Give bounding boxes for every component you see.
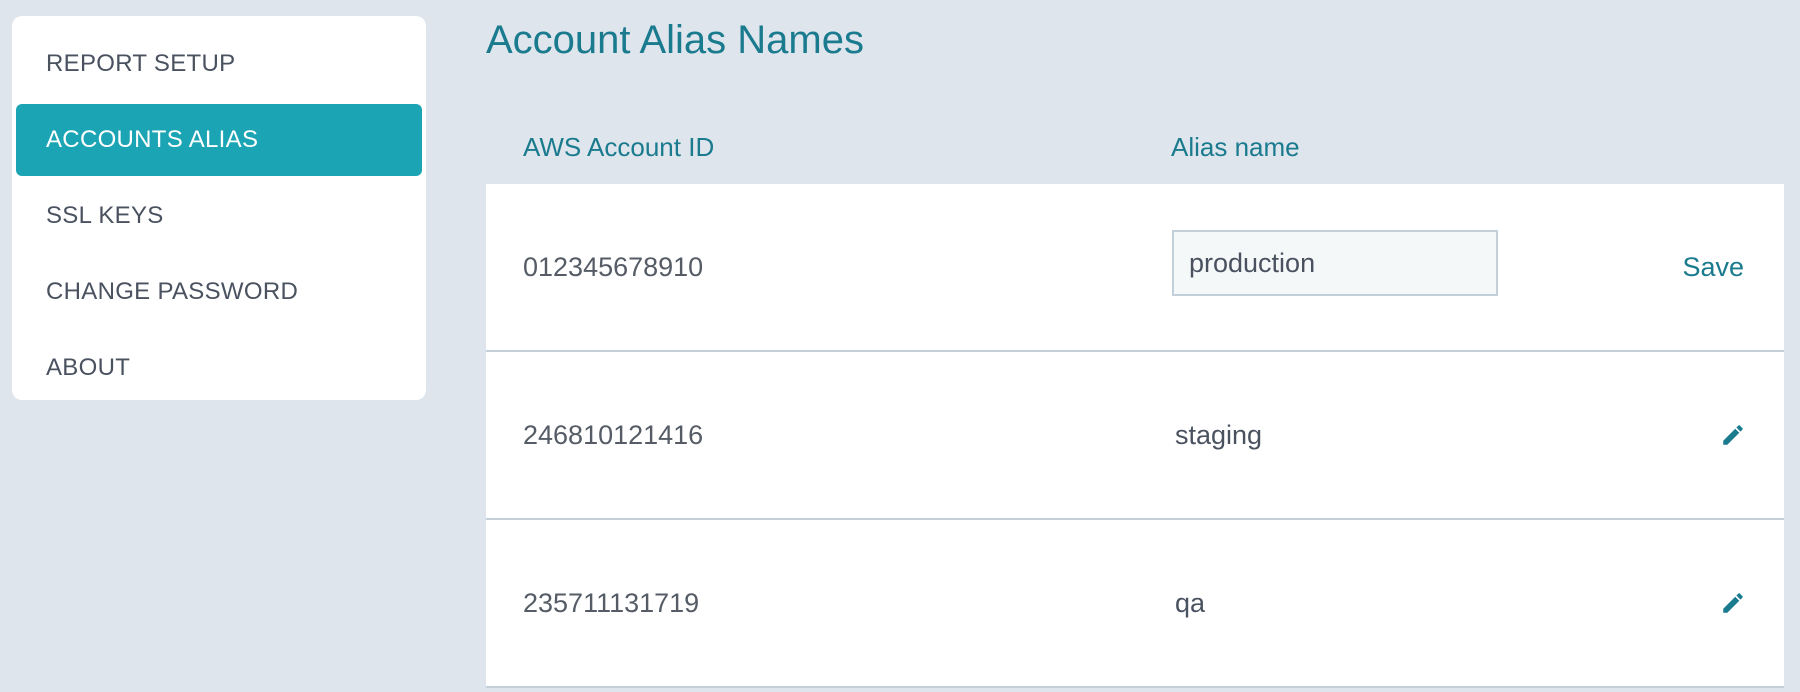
sidebar-item-ssl-keys[interactable]: SSL KEYS [16,180,422,252]
alias-name-cell: qa [1175,587,1206,618]
account-id-cell: 012345678910 [523,251,704,282]
sidebar-item-about[interactable]: ABOUT [16,332,422,404]
table-row: 012345678910 Save [486,184,1784,352]
settings-sidebar: REPORT SETUP ACCOUNTS ALIAS SSL KEYS CHA… [12,16,426,400]
alias-name-input[interactable] [1172,230,1498,296]
sidebar-item-report-setup[interactable]: REPORT SETUP [16,28,422,100]
alias-name-cell: staging [1175,419,1263,450]
account-id-cell: 235711131719 [523,587,700,618]
save-button[interactable]: Save [1682,184,1744,350]
sidebar-item-change-password[interactable]: CHANGE PASSWORD [16,256,422,328]
column-header-alias-name: Alias name [1171,132,1300,162]
edit-alias-button[interactable] [1720,520,1746,686]
page-title: Account Alias Names [486,18,864,62]
alias-table-body: 012345678910 Save 246810121416 staging 2… [486,184,1784,688]
pencil-icon [1723,593,1743,613]
account-id-cell: 246810121416 [523,419,704,450]
pencil-icon [1723,425,1743,445]
edit-alias-button[interactable] [1720,352,1746,518]
sidebar-item-accounts-alias[interactable]: ACCOUNTS ALIAS [16,104,422,176]
table-row: 235711131719 qa [486,520,1784,688]
table-row: 246810121416 staging [486,352,1784,520]
table-header: AWS Account ID Alias name [486,112,1784,184]
column-header-account-id: AWS Account ID [523,132,715,162]
